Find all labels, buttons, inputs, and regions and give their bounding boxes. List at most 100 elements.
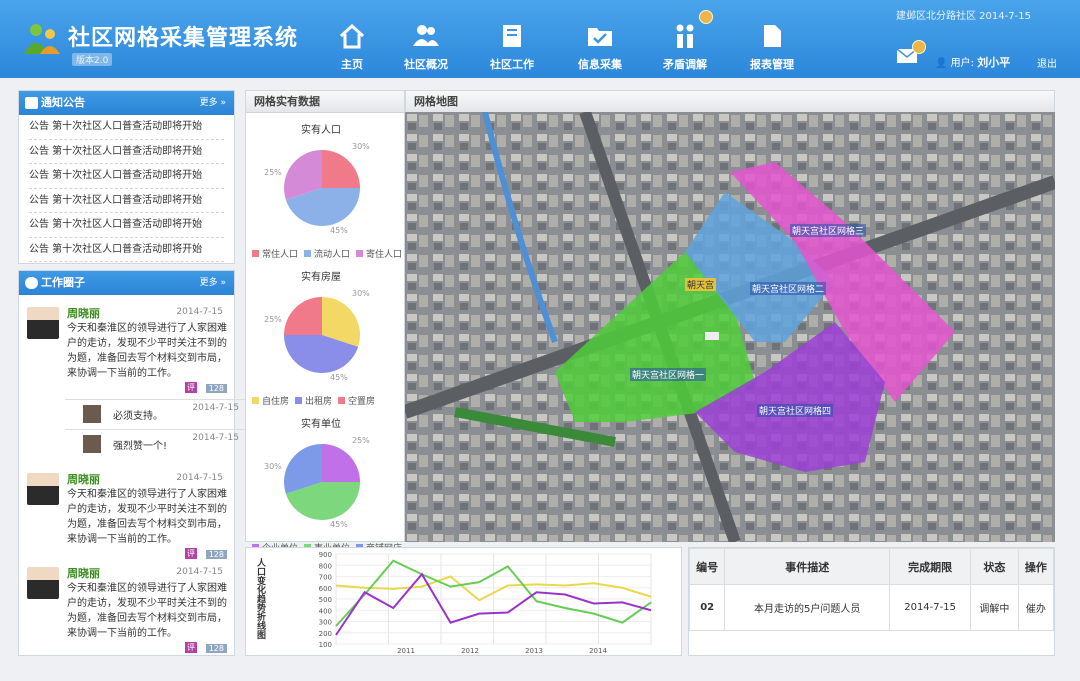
- trend-chart: 100 200 300 400 500 600 700 800 900 2011 2012 2013 2…: [255, 551, 652, 655]
- pie-percent-label: 30%: [264, 462, 282, 471]
- nav-home[interactable]: 主页: [312, 22, 392, 72]
- nav-dispute-mediation[interactable]: 矛盾调解: [645, 10, 725, 72]
- location-date: 建邺区北分路社区 2014-7-15: [896, 11, 1031, 22]
- nav-community-overview[interactable]: 社区概况: [386, 22, 466, 72]
- table-row: 02 本月走访的5户问题人员 2014-7-15 调解中 催办: [688, 584, 1055, 631]
- nav-info-collection[interactable]: 信息采集: [560, 22, 640, 72]
- reply-text: 强烈赞一个!: [113, 441, 168, 452]
- notice-item[interactable]: 公告 第十次社区人口普查活动即将开始: [29, 189, 224, 213]
- post-text: 今天和秦淮区的领导进行了人家困难户的走访，发现不少平时关注不到的为题，准备回去写…: [67, 489, 227, 545]
- trend-chart-panel: 100 200 300 400 500 600 700 800 900 2011 2012 2013 2…: [245, 547, 682, 656]
- notice-item[interactable]: 公告 第十次社区人口普查活动即将开始: [29, 213, 224, 238]
- pie-percent-label: 25%: [264, 315, 282, 324]
- legend-label: 寄住人口: [366, 250, 403, 260]
- legend-label: 常住人口: [262, 250, 299, 260]
- reply-item: 强烈赞一个! 2014-7-15: [65, 429, 253, 459]
- notice-item[interactable]: 公告 第十次社区人口普查活动即将开始: [29, 164, 224, 189]
- table-cell: 02: [688, 584, 726, 631]
- legend-swatch: [252, 397, 259, 404]
- post-item: 周晓丽 2014-7-15 今天和秦淮区的领导进行了人家困难户的走访，发现不少平时关…: [19, 299, 235, 395]
- reply-tag[interactable]: 评: [185, 382, 197, 393]
- notice-item[interactable]: 公告 第十次社区人口普查活动即将开始: [29, 115, 224, 140]
- avatar[interactable]: [27, 473, 59, 505]
- post-author[interactable]: 周晓丽: [67, 471, 100, 487]
- map-canvas: [405, 112, 1055, 542]
- username: 刘小平: [977, 56, 1011, 69]
- app-header: 社区网格采集管理系统 版本2.0 主页 社区概况 社区工作 信息采集 矛盾调解 …: [0, 0, 1080, 78]
- map-marker[interactable]: 朝天宫: [685, 278, 717, 291]
- column-header: 事件描述: [724, 548, 891, 585]
- mail-badge: [912, 40, 926, 54]
- x-tick-label: 2013: [525, 647, 543, 655]
- pie-slice[interactable]: [322, 444, 360, 482]
- pie-percent-label: 45%: [330, 373, 348, 382]
- stats-title: 网格实有数据: [246, 91, 404, 113]
- y-tick-label: 600: [319, 585, 332, 593]
- nav-reports[interactable]: 报表管理: [732, 22, 812, 72]
- reply-item: 必须支持。 2014-7-15: [65, 399, 253, 429]
- book-icon: [503, 25, 521, 47]
- pie-percent-label: 30%: [352, 289, 370, 298]
- work-circle-header: 工作圈子 更多 »: [19, 271, 234, 295]
- legend-label: 空置房: [348, 397, 376, 407]
- column-header: 状态: [970, 548, 1019, 585]
- app-title: 社区网格采集管理系统: [68, 26, 299, 51]
- x-tick-label: 2014: [589, 647, 607, 655]
- work-circle-panel: 工作圈子 更多 » 周晓丽 2014-7-15 今天和秦淮区的领导进行了人家困难户的走…: [18, 270, 253, 656]
- post-item: 周晓丽 2014-7-15 今天和秦淮区的领导进行了人家困难户的走访，发现不少平时关…: [19, 559, 235, 655]
- pie-legend: 自住房 出租房 空置房: [246, 394, 375, 407]
- map-title: 网格地图: [406, 91, 1054, 113]
- reply-tag[interactable]: 评: [185, 642, 197, 653]
- logout-link[interactable]: 退出: [1037, 55, 1057, 70]
- post-author[interactable]: 周晓丽: [67, 565, 100, 581]
- table-cell: 2014-7-15: [889, 584, 972, 631]
- table-header-row: 编号 事件描述 完成期限 状态 操作: [688, 548, 1055, 585]
- column-header: 编号: [688, 548, 726, 585]
- grid-map[interactable]: 朝天宫社区网格一 朝天宫社区网格二 朝天宫社区网格三 朝天宫社区网格四 朝天宫: [405, 112, 1055, 542]
- legend-swatch: [295, 397, 303, 404]
- notice-header: 通知公告 更多 »: [19, 91, 234, 115]
- column-header: 完成期限: [889, 548, 972, 585]
- y-tick-label: 900: [319, 551, 332, 559]
- post-author[interactable]: 周晓丽: [67, 305, 100, 321]
- pie-slice[interactable]: [284, 297, 322, 335]
- legend-swatch: [338, 397, 346, 404]
- reply-avatar[interactable]: [83, 405, 101, 423]
- reply-tag[interactable]: 评: [185, 548, 197, 559]
- post-date: 2014-7-15: [176, 307, 223, 317]
- avatar[interactable]: [27, 567, 59, 599]
- y-tick-label: 800: [319, 562, 332, 570]
- legend-swatch: [304, 250, 312, 257]
- urge-action-link[interactable]: 催办: [1017, 584, 1055, 631]
- post-text: 今天和秦淮区的领导进行了人家困难户的走访，发现不少平时关注不到的为题，准备回去写…: [67, 583, 227, 639]
- pie-percent-label: 45%: [330, 520, 348, 529]
- zone-label-4: 朝天宫社区网格四: [757, 404, 834, 417]
- post-item: 周晓丽 2014-7-15 今天和秦淮区的领导进行了人家困难户的走访，发现不少平时关…: [19, 465, 235, 561]
- reply-count: 128: [205, 644, 227, 653]
- notice-item[interactable]: 公告 第十次社区人口普查活动即将开始: [29, 140, 224, 164]
- post-text: 今天和秦淮区的领导进行了人家困难户的走访，发现不少平时关注不到的为题，准备回去写…: [67, 323, 227, 379]
- y-tick-label: 100: [319, 641, 332, 649]
- reply-avatar[interactable]: [83, 435, 101, 453]
- pie-percent-label: 25%: [264, 168, 282, 177]
- table-cell: 调解中: [970, 584, 1019, 631]
- notice-item[interactable]: 公告 第十次社区人口普查活动即将开始: [29, 238, 224, 262]
- pie-slice[interactable]: [322, 150, 360, 188]
- pie-percent-label: 45%: [330, 226, 348, 235]
- x-tick-label: 2011: [397, 647, 415, 655]
- chat-icon: [25, 97, 38, 109]
- x-tick-label: 2012: [461, 647, 479, 655]
- nav-community-work[interactable]: 社区工作: [472, 22, 552, 72]
- people-icon: [413, 25, 439, 46]
- events-panel: 编号 事件描述 完成期限 状态 操作 02 本月走访的5户问题人员 2014-7-15 调解中催…: [688, 547, 1055, 656]
- circle-more-link[interactable]: 更多 »: [200, 271, 226, 295]
- reply-count: 128: [205, 384, 227, 393]
- app-logo: [24, 24, 60, 54]
- legend-swatch: [252, 250, 259, 257]
- post-date: 2014-7-15: [176, 473, 223, 483]
- legend-label: 自住房: [262, 397, 290, 407]
- reply-date: 2014-7-15: [192, 433, 239, 443]
- notice-more-link[interactable]: 更多 »: [200, 91, 226, 115]
- avatar[interactable]: [27, 307, 59, 339]
- notice-list: 公告 第十次社区人口普查活动即将开始 公告 第十次社区人口普查活动即将开始 公告 第…: [19, 115, 234, 262]
